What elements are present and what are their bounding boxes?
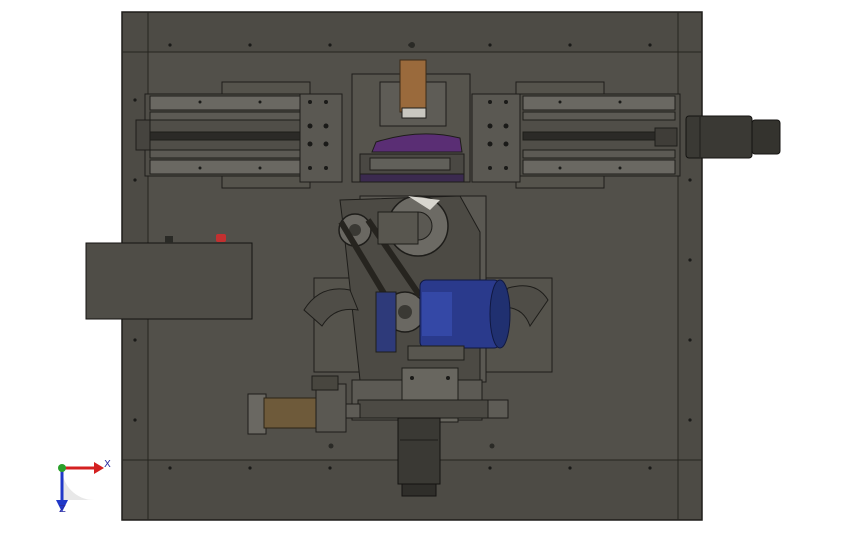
cad-viewport[interactable]: X Z [0,0,867,533]
right-linear-module [471,81,681,189]
x-axis-label: X [104,459,111,470]
control-box [85,234,253,320]
coordinate-triad: X Z [56,459,111,515]
z-axis-label: Z [59,504,66,515]
y-axis-dot [58,464,66,472]
vertical-motor [397,417,441,497]
left-linear-module [135,81,343,189]
x-axis-arrow [94,462,104,474]
drive-motor [375,279,511,361]
